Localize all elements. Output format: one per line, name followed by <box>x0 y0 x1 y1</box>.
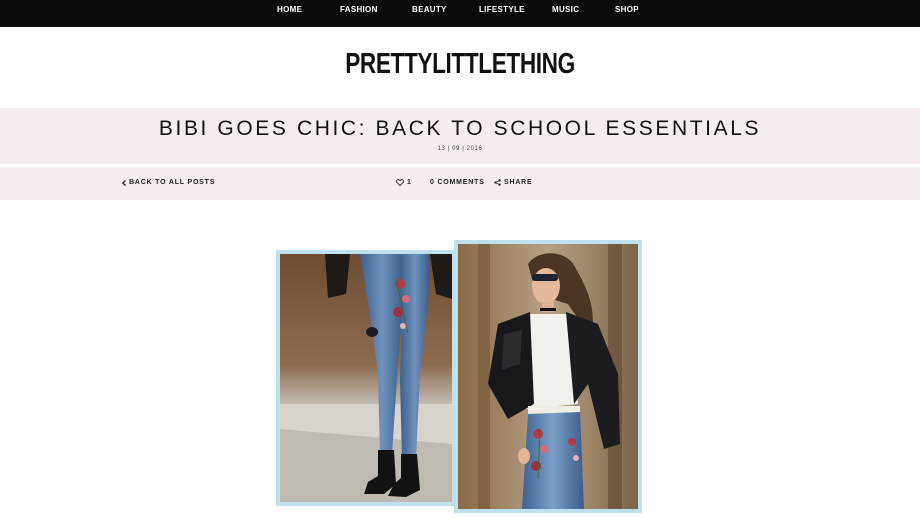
share-icon <box>494 179 501 186</box>
post-date: 13 | 09 | 2016 <box>437 146 483 152</box>
back-to-all-posts-link[interactable]: BACK TO ALL POSTS <box>122 179 215 186</box>
outfit-photo-jeans-boots[interactable] <box>276 250 456 506</box>
leather-jacket-image <box>458 244 638 509</box>
top-navigation: HOME FASHION BEAUTY LIFESTYLE MUSIC SHOP <box>0 0 920 27</box>
heart-icon <box>396 179 404 186</box>
comments-label: 0 COMMENTS <box>430 179 485 186</box>
share-label: SHARE <box>504 179 533 186</box>
like-button[interactable]: 1 <box>396 179 412 186</box>
nav-item-lifestyle[interactable]: LIFESTYLE <box>479 5 525 14</box>
nav-item-fashion[interactable]: FASHION <box>340 5 378 14</box>
share-button[interactable]: SHARE <box>494 179 533 186</box>
nav-item-home[interactable]: HOME <box>277 5 302 14</box>
comments-link[interactable]: 0 COMMENTS <box>430 179 485 186</box>
nav-item-beauty[interactable]: BEAUTY <box>412 5 447 14</box>
back-label: BACK TO ALL POSTS <box>129 179 216 186</box>
jeans-boots-image <box>280 254 452 502</box>
outfit-photo-leather-jacket[interactable] <box>454 240 642 513</box>
site-logo[interactable]: PRETTYLITTLETHING <box>101 48 819 81</box>
post-title: BIBI GOES CHIC: BACK TO SCHOOL ESSENTIAL… <box>158 117 762 140</box>
nav-item-music[interactable]: MUSIC <box>552 5 579 14</box>
like-count: 1 <box>407 179 412 186</box>
chevron-left-icon <box>122 179 126 186</box>
nav-item-shop[interactable]: SHOP <box>615 5 639 14</box>
